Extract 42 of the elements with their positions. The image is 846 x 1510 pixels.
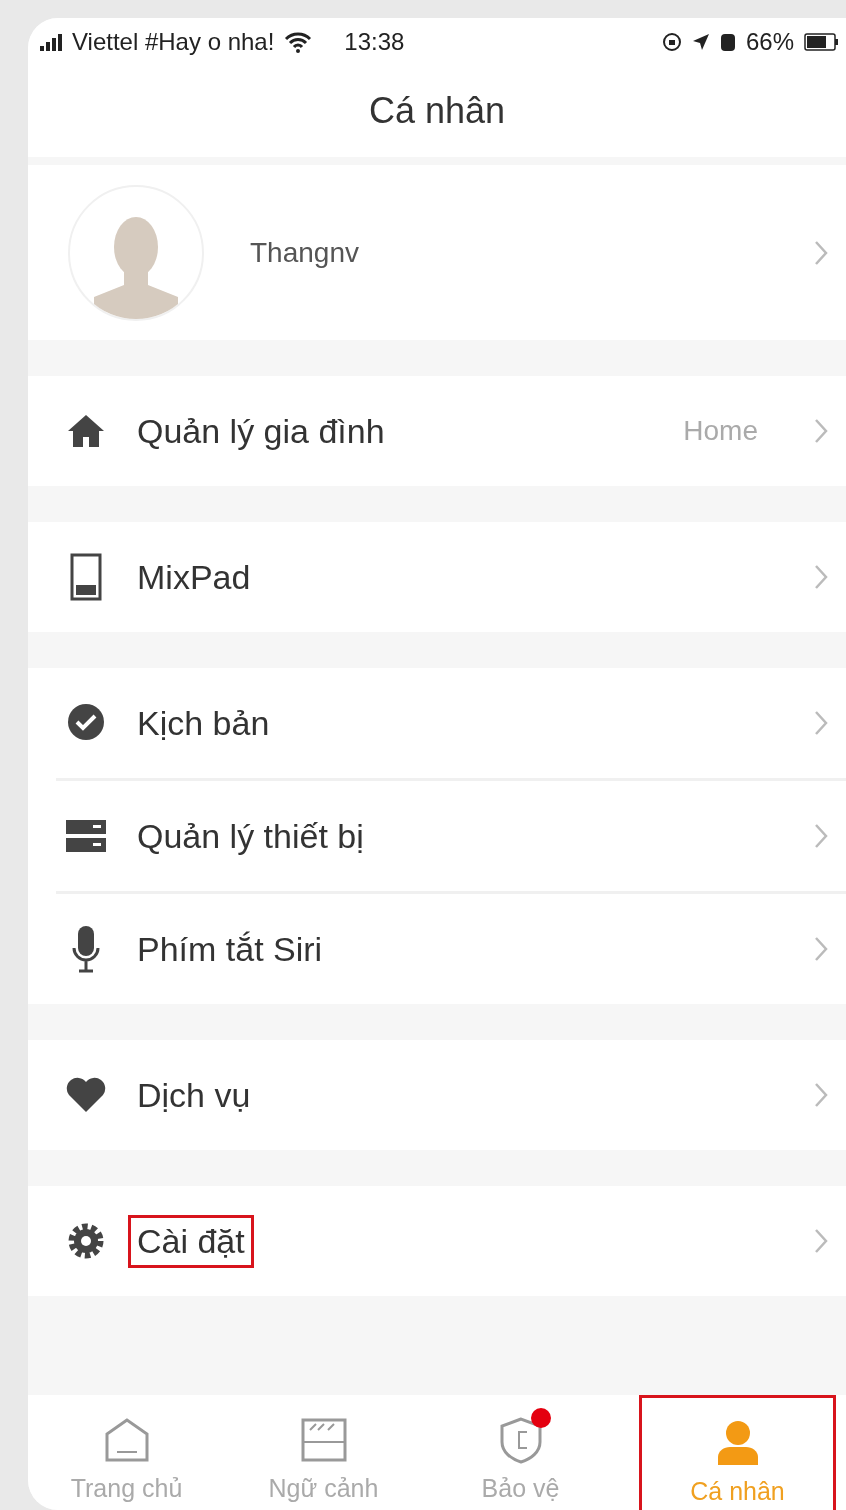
alarm-icon — [719, 31, 736, 52]
menu-label: Dịch vụ — [136, 1074, 252, 1116]
chevron-icon — [814, 710, 828, 736]
microphone-icon — [71, 924, 101, 974]
menu-row[interactable]: Cài đặt — [28, 1186, 846, 1296]
menu-label: Quản lý thiết bị — [136, 815, 365, 857]
menu-label: Quản lý gia đình — [136, 410, 386, 452]
menu-row[interactable]: Quản lý thiết bị — [28, 781, 846, 891]
menu-label: Kịch bản — [136, 702, 271, 744]
page-title: Cá nhân — [368, 90, 506, 132]
battery-percent: 66% — [745, 27, 794, 56]
menu-row[interactable]: Dịch vụ — [28, 1040, 846, 1150]
location-icon — [691, 32, 710, 51]
lock-rotation-icon — [661, 31, 682, 52]
menu-row[interactable]: Kịch bản — [28, 668, 846, 778]
menu-row[interactable]: MixPad — [28, 522, 846, 632]
chevron-icon — [814, 1082, 828, 1108]
menu-label: MixPad — [136, 556, 252, 598]
server-icon — [65, 819, 107, 853]
chevron-icon — [814, 239, 828, 266]
picture-frame-icon — [299, 1416, 348, 1464]
menu-label: Phím tắt Siri — [136, 928, 324, 970]
chevron-icon — [814, 936, 828, 962]
tablet-icon — [70, 553, 102, 601]
signal-icon — [40, 32, 62, 51]
wifi-icon — [284, 30, 313, 53]
profile-row[interactable]: Thangnv — [28, 165, 846, 340]
gear-icon — [66, 1221, 106, 1261]
menu-label: Cài đặt — [128, 1214, 254, 1268]
menu-value: Home — [683, 415, 758, 447]
menu-row[interactable]: Phím tắt Siri — [28, 894, 846, 1004]
menu-row[interactable]: Quản lý gia đình Home — [28, 376, 846, 486]
battery-icon — [804, 32, 838, 51]
carrier-name: Viettel #Hay o nha! — [72, 27, 275, 56]
chevron-icon — [814, 823, 828, 849]
chevron-icon — [814, 418, 828, 444]
profile-name: Thangnv — [250, 236, 360, 269]
house-icon — [66, 413, 106, 449]
chevron-icon — [814, 564, 828, 590]
clock-time: 13:38 — [344, 27, 405, 56]
heart-icon — [65, 1076, 107, 1114]
chevron-icon — [814, 1228, 828, 1254]
